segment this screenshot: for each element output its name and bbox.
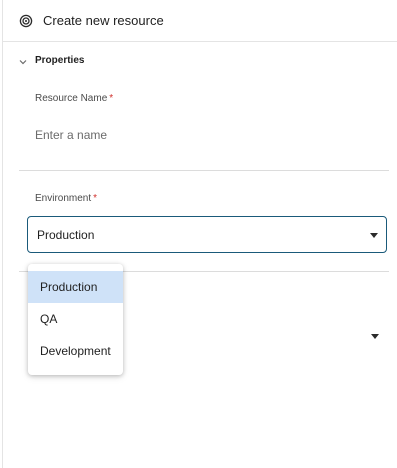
create-resource-panel: Create new resource Properties Resource … [2,0,397,468]
required-marker: * [93,193,98,204]
required-marker: * [109,93,114,104]
caret-down-icon [370,233,378,238]
environment-option-development[interactable]: Development [28,335,123,367]
field-divider [19,170,389,171]
page-title: Create new resource [43,13,164,28]
environment-label: Environment * [35,193,97,204]
resource-name-label: Resource Name * [35,93,113,104]
panel-header: Create new resource [3,0,397,42]
resource-target-icon [19,14,33,28]
caret-down-icon [371,334,379,339]
environment-select[interactable]: Production [27,216,387,253]
environment-label-text: Environment [35,193,92,204]
environment-select-value: Production [37,228,95,242]
resource-name-input[interactable] [35,120,385,150]
chevron-down-icon[interactable] [17,55,29,67]
section-title-properties[interactable]: Properties [35,55,84,66]
environment-option-production[interactable]: Production [28,271,123,303]
resource-name-label-text: Resource Name [35,93,108,104]
environment-dropdown-menu: Production QA Development [28,264,123,375]
environment-option-qa[interactable]: QA [28,303,123,335]
